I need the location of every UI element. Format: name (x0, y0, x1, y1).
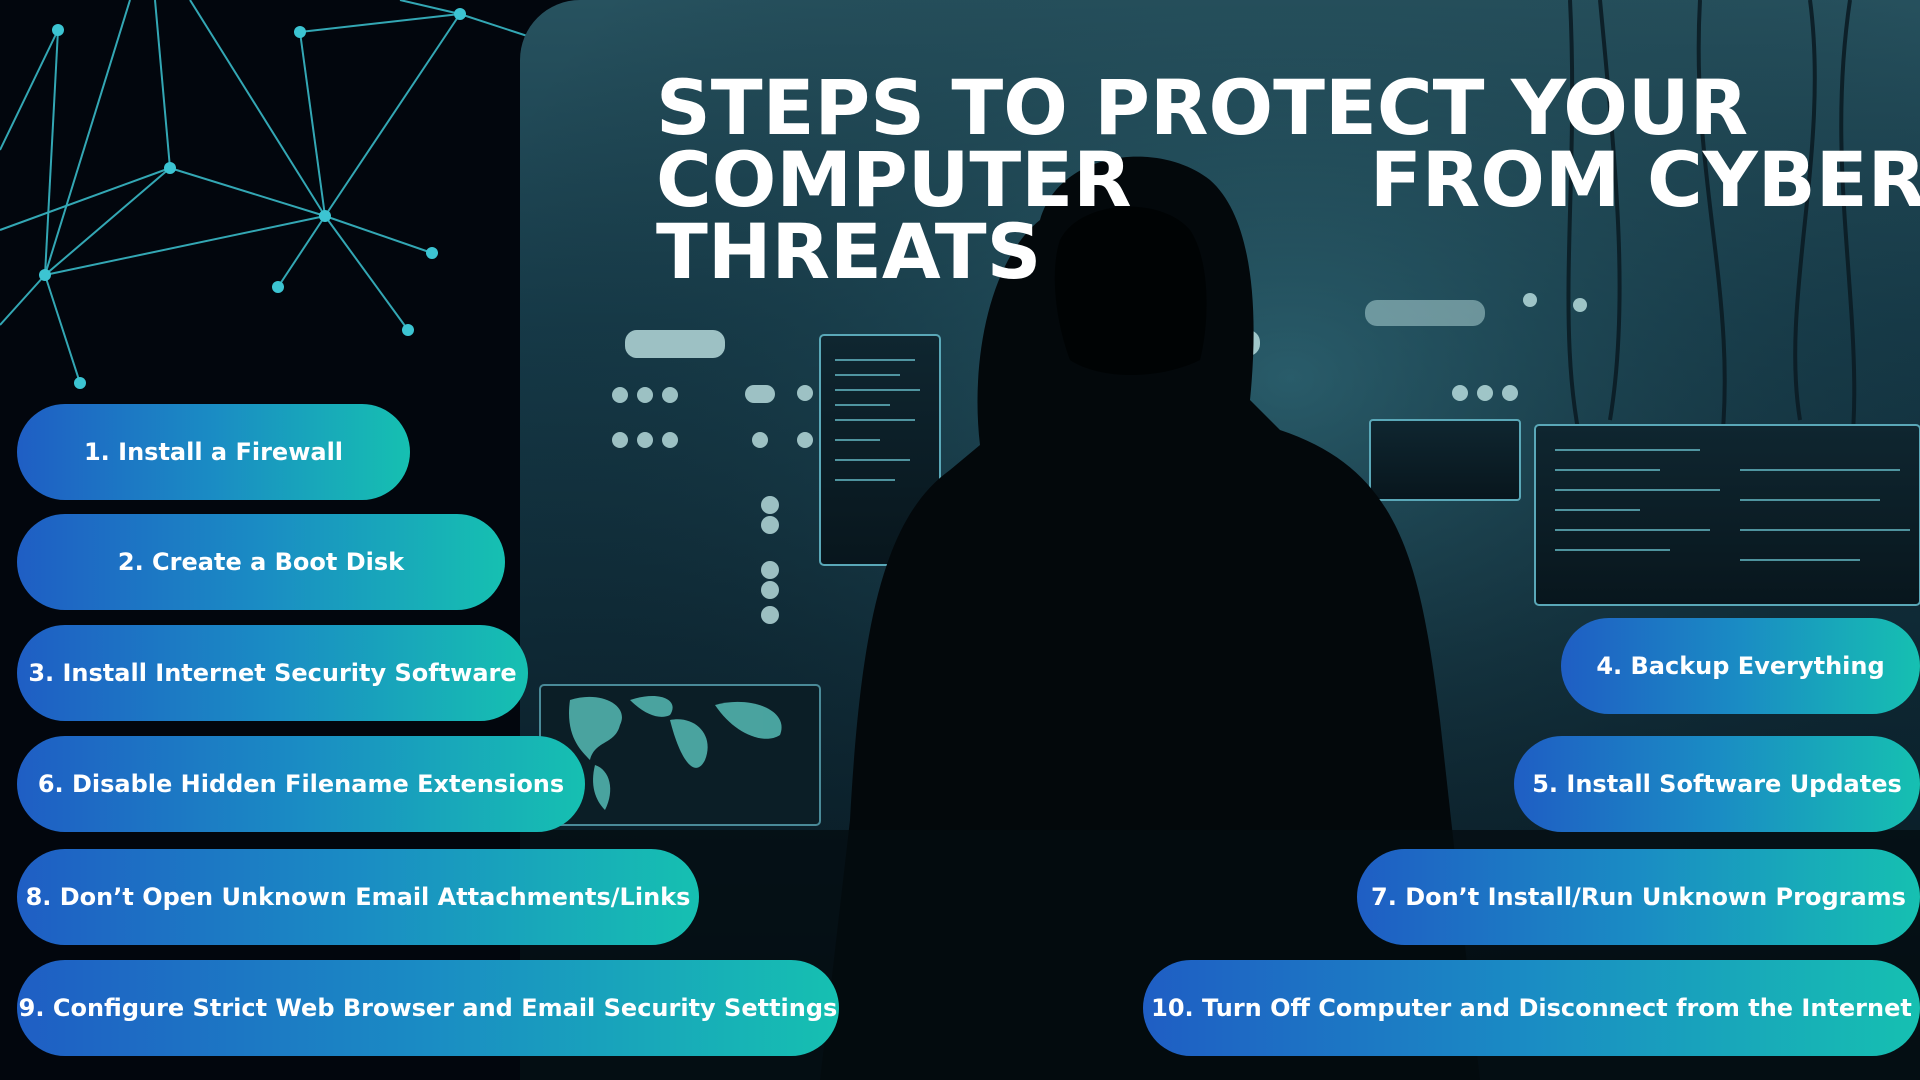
step-3-pill[interactable]: 3. Install Internet Security Software (17, 625, 528, 721)
step-6-pill[interactable]: 6. Disable Hidden Filename Extensions (17, 736, 585, 832)
network-graphic (0, 0, 561, 389)
step-10-pill[interactable]: 10. Turn Off Computer and Disconnect fro… (1143, 960, 1920, 1056)
step-9-pill[interactable]: 9. Configure Strict Web Browser and Emai… (17, 960, 839, 1056)
step-5-pill[interactable]: 5. Install Software Updates (1514, 736, 1920, 832)
step-1-pill[interactable]: 1. Install a Firewall (17, 404, 410, 500)
step-4-pill[interactable]: 4. Backup Everything (1561, 618, 1920, 714)
step-8-pill[interactable]: 8. Don’t Open Unknown Email Attachments/… (17, 849, 699, 945)
title-line-3: THREATS (656, 207, 1042, 296)
title-line-1: STEPS TO PROTECT YOUR (656, 63, 1749, 152)
page-title: STEPS TO PROTECT YOUR COMPUTER FROM CYBE… (656, 63, 1920, 296)
step-2-pill[interactable]: 2. Create a Boot Disk (17, 514, 505, 610)
step-7-pill[interactable]: 7. Don’t Install/Run Unknown Programs (1357, 849, 1920, 945)
title-line-2: COMPUTER FROM CYBER (656, 135, 1920, 224)
